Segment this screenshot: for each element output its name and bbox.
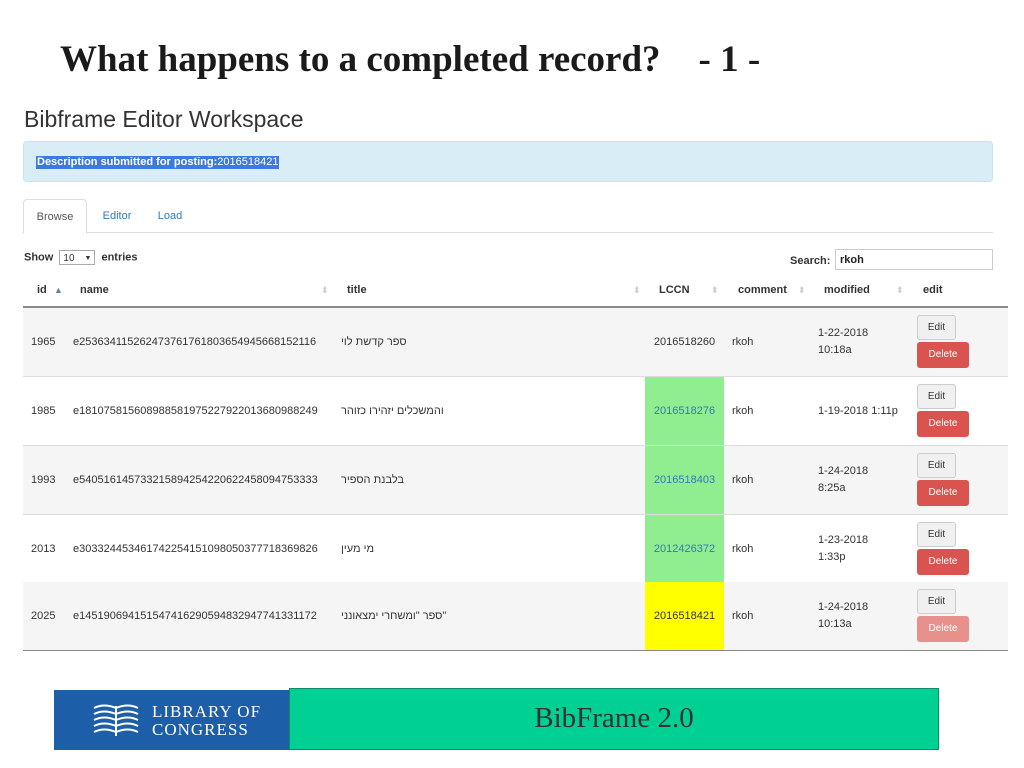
cell-title: מי מעין xyxy=(341,543,375,555)
cell-name: e181075815608988581975227922013680988249 xyxy=(73,405,318,417)
tab-editor[interactable]: Editor xyxy=(93,199,141,233)
search-input[interactable] xyxy=(835,249,993,270)
column-header-id[interactable]: id xyxy=(37,274,47,307)
cell-title: ספר "ומשחרי ימצאונני" xyxy=(341,610,447,622)
edit-button[interactable]: Edit xyxy=(917,384,956,409)
cell-comment: rkoh xyxy=(732,336,754,348)
sort-icon[interactable]: ⬍ xyxy=(711,274,719,307)
slide-title: What happens to a completed record? - 1 - xyxy=(60,38,760,81)
cell-lccn: 2016518260 xyxy=(653,336,716,348)
cell-modified-time: 10:13a xyxy=(818,618,852,630)
column-header-title[interactable]: title xyxy=(347,274,367,307)
table-row: 1965 e2536341152624737617618036549456681… xyxy=(23,308,1008,377)
logo-text: LIBRARY OF CONGRESS xyxy=(152,703,261,739)
delete-button[interactable]: Delete xyxy=(917,411,969,437)
sort-icon[interactable]: ⬍ xyxy=(321,274,329,307)
table-row: 2025 e1451906941515474162905948329477413… xyxy=(23,582,1008,651)
banner-text: BibFrame 2.0 xyxy=(534,702,694,734)
cell-name: e253634115262473761761803654945668152116 xyxy=(73,336,317,348)
cell-comment: rkoh xyxy=(732,405,754,417)
tab-browse[interactable]: Browse xyxy=(23,199,87,234)
table-bottom-border xyxy=(23,650,1008,651)
delete-button-disabled[interactable]: Delete xyxy=(917,616,969,642)
slide-title-text: What happens to a completed record? xyxy=(60,39,661,80)
sort-icon[interactable]: ⬍ xyxy=(633,274,641,307)
cell-title: בלבנת הספיר xyxy=(341,474,405,486)
sort-icon[interactable]: ⬍ xyxy=(896,274,904,307)
delete-button[interactable]: Delete xyxy=(917,480,969,506)
lccn-link[interactable]: 2016518403 xyxy=(645,474,724,486)
lccn-link[interactable]: 2016518276 xyxy=(645,405,724,417)
edit-button[interactable]: Edit xyxy=(917,589,956,614)
submission-alert: Description submitted for posting:201651… xyxy=(23,141,993,182)
cell-modified-date: 1-23-2018 xyxy=(818,534,869,546)
logo-line-2: CONGRESS xyxy=(152,720,249,739)
tab-load[interactable]: Load xyxy=(147,199,193,233)
cell-comment: rkoh xyxy=(732,474,754,486)
cell-id: 2025 xyxy=(31,610,56,622)
cell-modified-date: 1-22-2018 xyxy=(818,327,869,339)
bibframe-banner: BibFrame 2.0 xyxy=(289,688,939,750)
lccn-link[interactable]: 2012426372 xyxy=(645,543,724,555)
logo-line-1: LIBRARY OF xyxy=(152,702,262,721)
column-header-name[interactable]: name xyxy=(80,274,109,307)
table-row: 1993 e5405161457332158942542206224580947… xyxy=(23,446,1008,515)
book-icon xyxy=(93,704,139,736)
cell-modified-date: 1-24-2018 xyxy=(818,601,869,613)
cell-id: 2013 xyxy=(31,543,56,555)
cell-modified-date: 1-19-2018 1:11p xyxy=(818,405,898,417)
records-table: id ▲ name ⬍ title ⬍ LCCN ⬍ comment ⬍ mod… xyxy=(23,274,1008,651)
cell-name: e540516145733215894254220622458094753333 xyxy=(73,474,318,486)
cell-modified-time: 1:33p xyxy=(818,551,846,563)
slide-page-number: - 1 - xyxy=(698,39,761,80)
column-header-modified[interactable]: modified xyxy=(824,274,870,307)
edit-button[interactable]: Edit xyxy=(917,453,956,478)
entries-label: entries xyxy=(101,251,138,264)
edit-button[interactable]: Edit xyxy=(917,522,956,547)
search-label: Search: xyxy=(790,255,831,267)
cell-modified-date: 1-24-2018 xyxy=(818,465,869,477)
cell-title: והמשכלים יזהירו כזוהר xyxy=(341,405,444,417)
cell-modified-time: 10:18a xyxy=(818,344,852,356)
cell-title: ספר קדשת לוי xyxy=(341,336,407,348)
alert-lccn: 2016518421 xyxy=(217,156,279,168)
alert-label: Description submitted for posting: xyxy=(37,156,218,168)
cell-modified-time: 8:25a xyxy=(818,482,846,494)
delete-button[interactable]: Delete xyxy=(917,549,969,575)
cell-comment: rkoh xyxy=(732,543,754,555)
cell-id: 1985 xyxy=(31,405,56,417)
table-row: 2013 e3033244534617422541510980503777183… xyxy=(23,515,1008,584)
column-header-comment[interactable]: comment xyxy=(738,274,787,307)
workspace-title: Bibframe Editor Workspace xyxy=(24,106,304,132)
edit-button[interactable]: Edit xyxy=(917,315,956,340)
library-of-congress-logo: LIBRARY OF CONGRESS xyxy=(54,690,290,750)
delete-button[interactable]: Delete xyxy=(917,342,969,368)
entries-select[interactable]: 10 ▼ xyxy=(59,250,96,265)
cell-name: e145190694151547416290594832947741331172 xyxy=(73,610,317,622)
show-label: Show xyxy=(24,251,54,264)
sort-icon[interactable]: ⬍ xyxy=(798,274,806,307)
column-header-lccn[interactable]: LCCN xyxy=(659,274,690,307)
dropdown-arrow-icon: ▼ xyxy=(84,255,92,262)
sort-ascending-icon[interactable]: ▲ xyxy=(54,274,63,307)
column-header-edit: edit xyxy=(923,284,943,296)
entries-control: Show 10 ▼ entries xyxy=(24,250,138,265)
table-row: 1985 e1810758156089885819752279220136809… xyxy=(23,377,1008,446)
cell-lccn: 2016518421 xyxy=(653,610,716,622)
workspace-tabs: Browse Editor Load xyxy=(23,199,993,234)
cell-comment: rkoh xyxy=(732,610,754,622)
cell-id: 1993 xyxy=(31,474,56,486)
cell-id: 1965 xyxy=(31,336,56,348)
alert-message: Description submitted for posting:201651… xyxy=(36,156,280,169)
cell-name: e303324453461742254151098050377718369826 xyxy=(73,543,318,555)
